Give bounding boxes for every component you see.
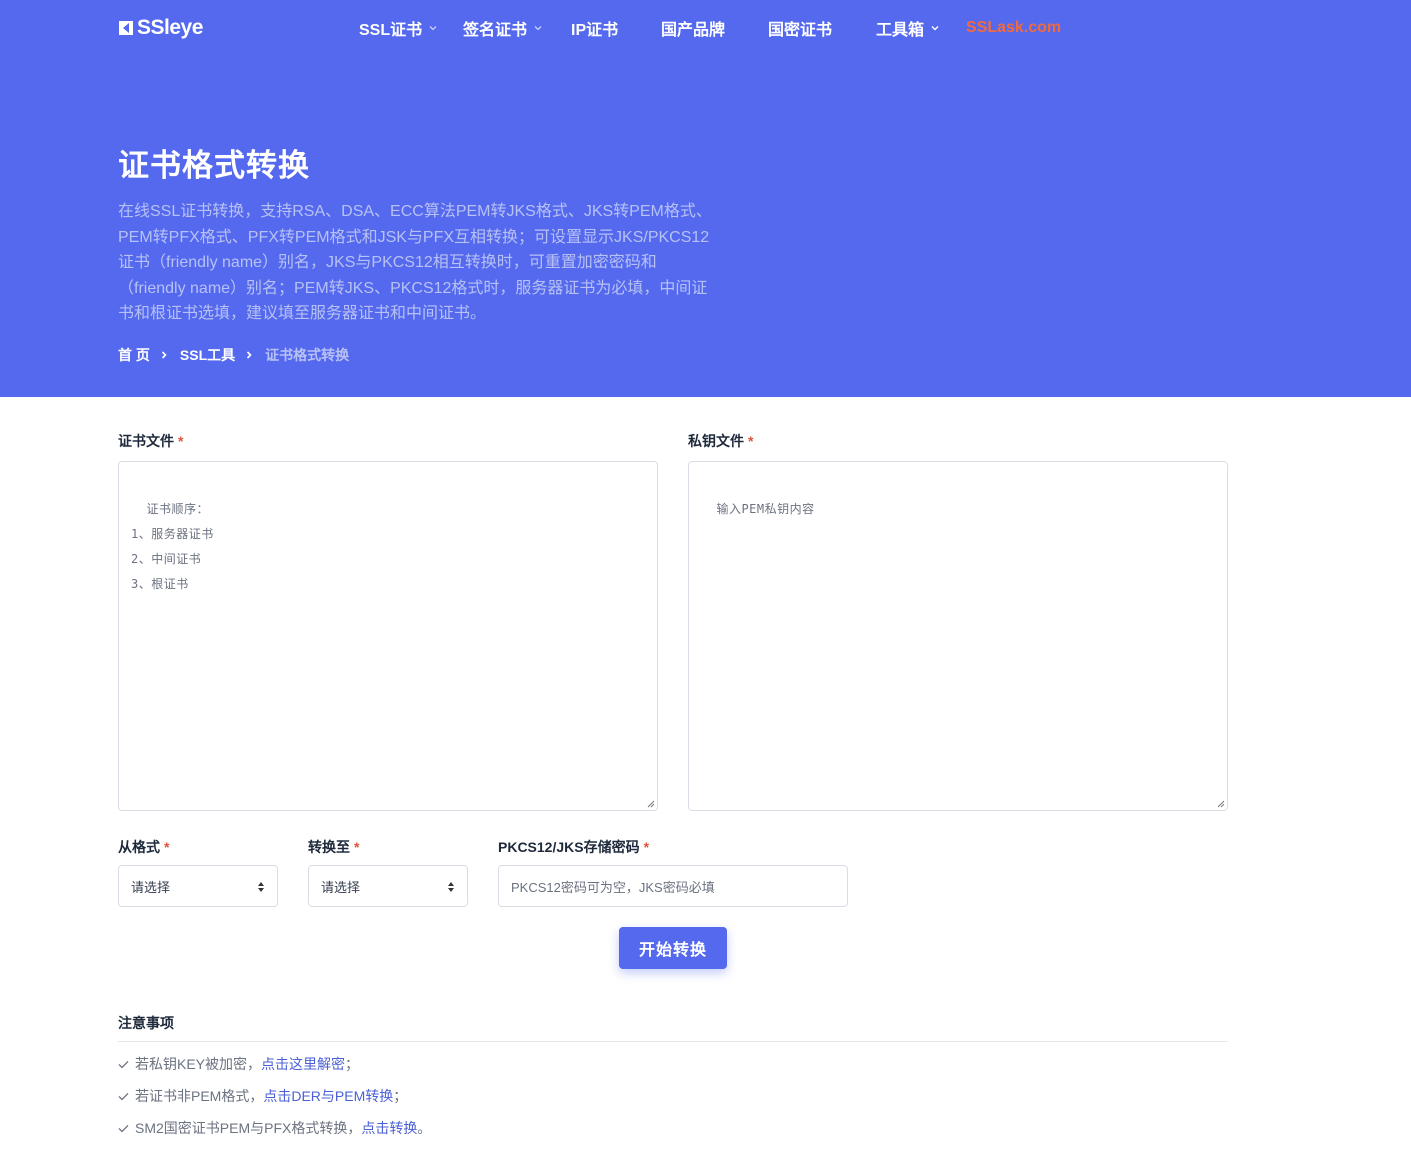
- nav-label: 国密证书: [768, 22, 833, 39]
- label-text: 证书文件: [118, 433, 174, 449]
- start-convert-button[interactable]: 开始转换: [619, 927, 727, 969]
- decrypt-key-link[interactable]: 点击这里解密: [261, 1054, 345, 1074]
- required-mark: *: [643, 839, 650, 855]
- nav-label: SSLask.com: [966, 19, 1062, 36]
- nav-label: 国产品牌: [661, 22, 726, 39]
- private-key-textarea[interactable]: 输入PEM私钥内容: [688, 461, 1228, 811]
- breadcrumb-home[interactable]: 首 页: [118, 345, 150, 365]
- nav-item-ip-certs[interactable]: IP证书: [571, 16, 661, 40]
- cert-placeholder: 证书顺序： 1、服务器证书 2、中间证书 3、根证书: [131, 502, 214, 591]
- label-text: 转换至: [308, 839, 350, 855]
- chevron-down-icon: [931, 26, 939, 31]
- label-text: 私钥文件: [688, 433, 744, 449]
- nav-item-sslask[interactable]: SSLask.com: [966, 19, 1061, 37]
- check-icon: [118, 1124, 129, 1132]
- private-key-label: 私钥文件 *: [688, 431, 753, 451]
- required-mark: *: [354, 839, 360, 855]
- nav-item-sm-certs[interactable]: 国密证书: [768, 16, 876, 40]
- breadcrumb: 首 页 SSL工具 证书格式转换: [118, 345, 349, 365]
- resize-grip-icon[interactable]: [1216, 799, 1225, 808]
- select-value: 请选择: [321, 879, 361, 895]
- breadcrumb-current: 证书格式转换: [265, 347, 350, 363]
- page-title: 证书格式转换: [118, 148, 310, 183]
- sm2-convert-link[interactable]: 点击转换: [361, 1118, 417, 1138]
- note-text: 。: [417, 1120, 432, 1136]
- brand-logo[interactable]: SSleye: [118, 14, 203, 42]
- note-text: 若私钥KEY被加密，: [135, 1056, 262, 1072]
- note-text: SM2国密证书PEM与PFX格式转换，: [135, 1120, 362, 1136]
- chevron-right-icon: [247, 351, 252, 359]
- page-description: 在线SSL证书转换，支持RSA、DSA、ECC算法PEM转JKS格式、JKS转P…: [118, 203, 712, 322]
- sort-arrows-icon: [448, 882, 454, 892]
- required-mark: *: [164, 839, 170, 855]
- to-format-label: 转换至 *: [308, 837, 359, 857]
- note-item: 若私钥KEY被加密， 点击这里解密；: [118, 1054, 359, 1074]
- required-mark: *: [178, 433, 184, 449]
- label-text: 从格式: [118, 839, 160, 855]
- password-label: PKCS12/JKS存储密码 *: [498, 837, 649, 857]
- from-format-label: 从格式 *: [118, 837, 169, 857]
- main-nav: SSL证书 签名证书 IP证书 国产品牌 国密证书 工具箱 SSLask.com: [359, 14, 1061, 42]
- divider: [118, 1041, 1228, 1042]
- chevron-right-icon: [161, 351, 167, 359]
- nav-item-signing-certs[interactable]: 签名证书: [463, 16, 571, 40]
- logo-icon: [119, 21, 133, 35]
- label-text: PKCS12/JKS存储密码: [498, 839, 640, 855]
- brand-name: SSleye: [137, 16, 203, 39]
- cert-file-label: 证书文件 *: [118, 431, 183, 451]
- cert-file-textarea[interactable]: 证书顺序： 1、服务器证书 2、中间证书 3、根证书: [118, 461, 658, 811]
- required-mark: *: [748, 433, 754, 449]
- nav-item-domestic-brands[interactable]: 国产品牌: [661, 16, 768, 40]
- nav-label: IP证书: [571, 22, 619, 39]
- to-format-select[interactable]: 请选择: [308, 865, 468, 907]
- password-placeholder: PKCS12密码可为空，JKS密码必填: [511, 879, 715, 895]
- note-item: SM2国密证书PEM与PFX格式转换， 点击转换。: [118, 1118, 431, 1138]
- password-input[interactable]: PKCS12密码可为空，JKS密码必填: [498, 865, 848, 907]
- breadcrumb-ssl-tools[interactable]: SSL工具: [180, 345, 235, 365]
- nav-label: 工具箱: [876, 22, 925, 39]
- notes-title: 注意事项: [118, 1015, 174, 1031]
- nav-label: 签名证书: [463, 22, 528, 39]
- sort-arrows-icon: [258, 882, 264, 892]
- check-icon: [118, 1092, 129, 1100]
- nav-item-toolbox[interactable]: 工具箱: [876, 16, 966, 40]
- key-placeholder: 输入PEM私钥内容: [716, 502, 815, 516]
- resize-grip-icon[interactable]: [646, 799, 655, 808]
- hero-banner: SSleye SSL证书 签名证书 IP证书 国产品牌 国密证书 工具箱 SSL…: [0, 0, 1411, 397]
- note-item: 若证书非PEM格式， 点击DER与PEM转换；: [118, 1086, 407, 1106]
- check-icon: [118, 1060, 129, 1068]
- der-pem-convert-link[interactable]: 点击DER与PEM转换: [263, 1086, 393, 1106]
- note-text: ；: [345, 1056, 360, 1072]
- from-format-select[interactable]: 请选择: [118, 865, 278, 907]
- chevron-down-icon: [534, 26, 542, 31]
- nav-item-ssl-certs[interactable]: SSL证书: [359, 16, 463, 40]
- chevron-down-icon: [429, 26, 437, 31]
- note-text: ；: [393, 1088, 408, 1104]
- nav-label: SSL证书: [359, 22, 423, 39]
- note-text: 若证书非PEM格式，: [135, 1088, 264, 1104]
- select-value: 请选择: [131, 879, 171, 895]
